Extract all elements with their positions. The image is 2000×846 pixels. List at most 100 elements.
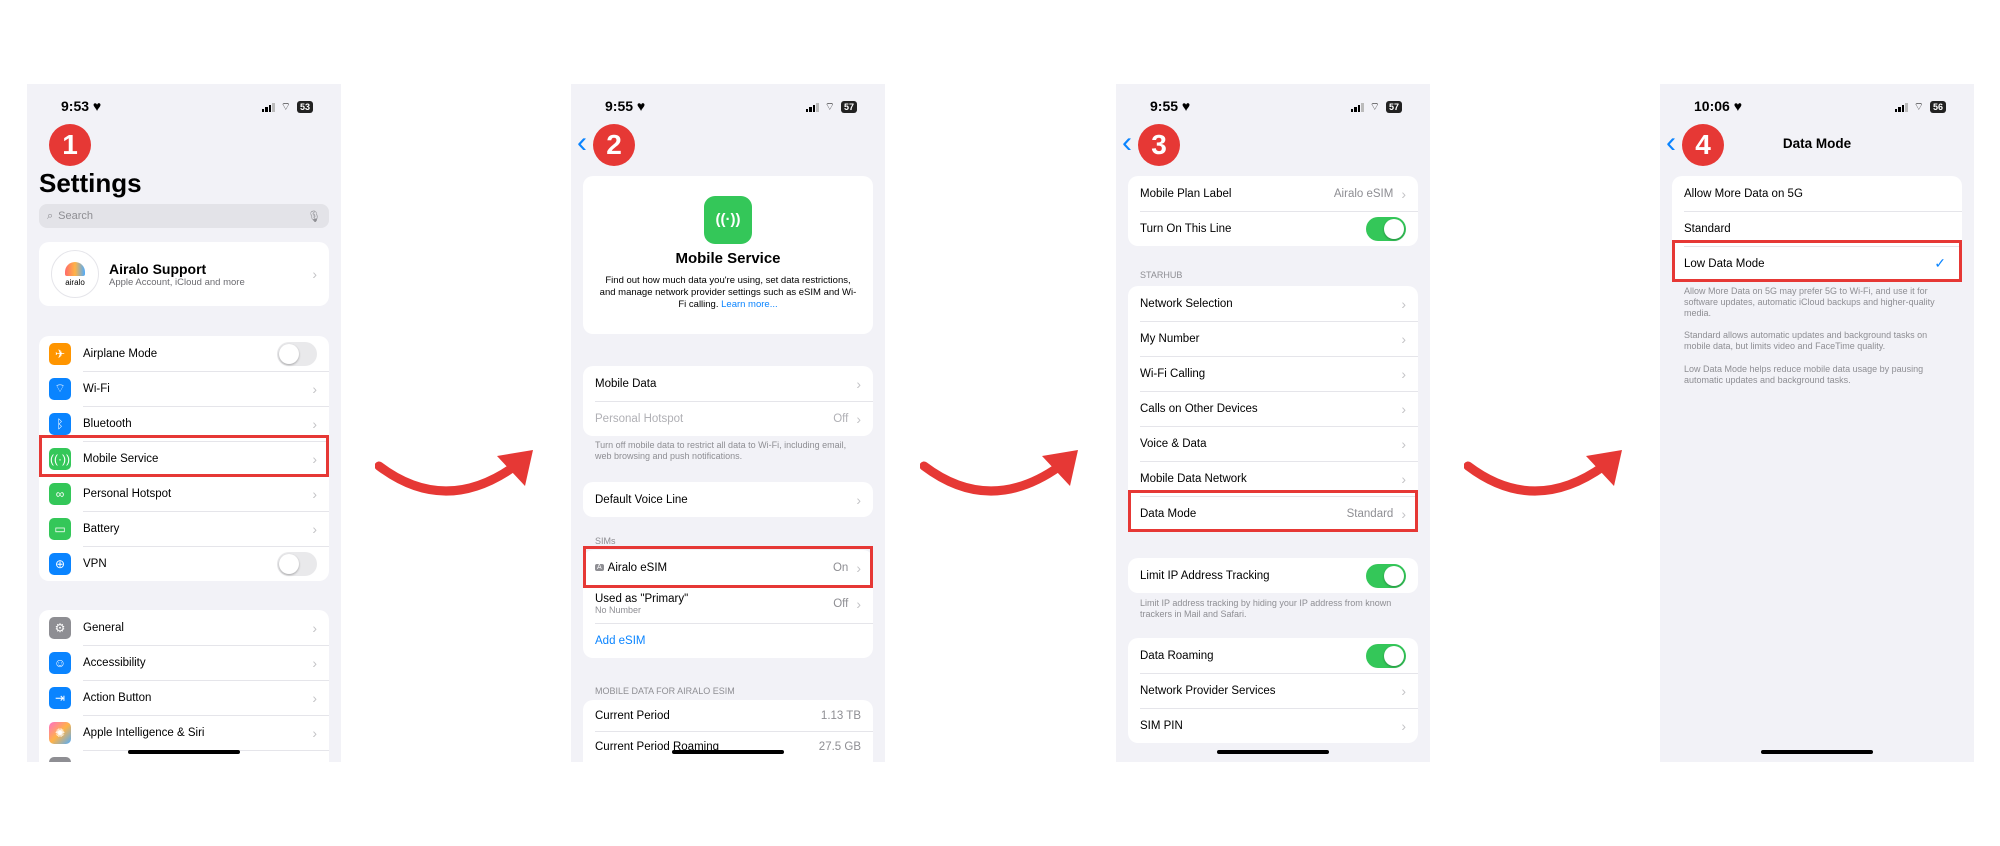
row-mobile-data[interactable]: Mobile Data › xyxy=(583,366,873,401)
row-data-roaming[interactable]: Data Roaming xyxy=(1128,638,1418,673)
globe-icon: ⊕ xyxy=(49,552,71,575)
chevron-right-icon: › xyxy=(312,724,317,741)
vpn-toggle[interactable] xyxy=(277,551,317,576)
option-allow-more-data-5g[interactable]: Allow More Data on 5G xyxy=(1672,176,1962,211)
limit-ip-toggle[interactable] xyxy=(1366,563,1406,588)
row-wifi-calling[interactable]: Wi-Fi Calling › xyxy=(1128,356,1418,391)
step-number-badge: 2 xyxy=(593,124,635,166)
learn-more-link[interactable]: Learn more... xyxy=(721,299,778,310)
chevron-right-icon: › xyxy=(1401,717,1406,734)
signal-icon xyxy=(805,102,819,112)
row-battery[interactable]: ▭ Battery › xyxy=(39,511,329,546)
bluetooth-icon: ᛒ xyxy=(49,412,71,435)
search-input[interactable]: ⌕ Search 🎙︎ xyxy=(39,204,329,228)
status-time: 9:55 ♥ xyxy=(605,98,646,114)
page-title: Settings xyxy=(39,168,142,198)
limit-ip-footnote: Limit IP address tracking by hiding your… xyxy=(1140,598,1392,619)
wifi-icon: ⌔ xyxy=(1913,101,1924,113)
footnote-allow-more-data: Allow More Data on 5G may prefer 5G to W… xyxy=(1684,286,1935,318)
signal-icon xyxy=(1894,102,1908,112)
microphone-icon[interactable]: 🎙︎ xyxy=(307,210,321,223)
chevron-right-icon: › xyxy=(856,410,861,427)
accessibility-icon: ☺ xyxy=(49,651,71,674)
chevron-right-icon: › xyxy=(312,689,317,706)
phone-screen-mobile-service: 9:55 ♥ ⌔ 57 ‹ 2 ((·)) Mobile Service Fin… xyxy=(571,84,885,762)
highlight-low-data-mode xyxy=(1672,240,1962,282)
row-general[interactable]: ⚙ General › xyxy=(39,610,329,645)
chevron-right-icon: › xyxy=(312,520,317,537)
account-name: Airalo Support xyxy=(109,260,207,277)
row-action-button[interactable]: ⇥ Action Button › xyxy=(39,680,329,715)
hotspot-icon: ∞ xyxy=(49,482,71,505)
row-wifi[interactable]: ⌔ Wi-Fi › xyxy=(39,371,329,406)
chevron-right-icon: › xyxy=(312,266,317,282)
row-network-selection[interactable]: Network Selection › xyxy=(1128,286,1418,321)
chevron-right-icon: › xyxy=(312,619,317,636)
default-voice-line-group: Default Voice Line › xyxy=(583,482,873,517)
footnote-low-data-mode: Low Data Mode helps reduce mobile data u… xyxy=(1684,364,1924,385)
add-esim-button[interactable]: Add eSIM xyxy=(583,623,873,658)
usage-section-header: MOBILE DATA FOR AIRALO ESIM xyxy=(595,686,735,696)
roaming-group: Data Roaming Network Provider Services ›… xyxy=(1128,638,1418,743)
highlight-mobile-service xyxy=(39,435,329,477)
status-bar: 10:06 ♥ ⌔ 56 xyxy=(1660,98,1974,118)
chevron-right-icon: › xyxy=(856,596,861,612)
wifi-icon: ⌔ xyxy=(280,101,291,113)
airplane-icon: ✈ xyxy=(49,342,71,365)
airplane-mode-toggle[interactable] xyxy=(277,341,317,366)
back-chevron-icon[interactable]: ‹ xyxy=(1122,128,1132,158)
phone-screen-settings: 9:53 ♥ ⌔ 53 1 Settings ⌕ Search 🎙︎ airal… xyxy=(27,84,341,762)
search-placeholder: Search xyxy=(58,210,94,222)
row-calls-other-devices[interactable]: Calls on Other Devices › xyxy=(1128,391,1418,426)
generic-settings-icon xyxy=(49,756,71,762)
row-airplane-mode[interactable]: ✈ Airplane Mode xyxy=(39,336,329,371)
status-bar: 9:55 ♥ ⌔ 57 xyxy=(571,98,885,118)
row-current-period-roaming: Current Period Roaming 27.5 GB xyxy=(583,731,873,762)
row-my-number[interactable]: My Number › xyxy=(1128,321,1418,356)
account-card[interactable]: airalo Airalo Support Apple Account, iCl… xyxy=(39,242,329,306)
next-step-arrow xyxy=(920,450,1078,496)
row-turn-on-line[interactable]: Turn On This Line xyxy=(1128,211,1418,246)
row-accessibility[interactable]: ☺ Accessibility › xyxy=(39,645,329,680)
row-personal-hotspot[interactable]: ∞ Personal Hotspot › xyxy=(39,476,329,511)
highlight-airalo-esim xyxy=(583,546,873,588)
wifi-icon: ⌔ xyxy=(49,377,71,400)
status-time: 9:53 ♥ xyxy=(61,98,102,114)
step-number-badge: 3 xyxy=(1138,124,1180,166)
back-chevron-icon[interactable]: ‹ xyxy=(577,128,587,158)
chevron-right-icon: › xyxy=(312,380,317,397)
home-indicator xyxy=(1761,750,1873,754)
row-apple-intelligence-siri[interactable]: ✺ Apple Intelligence & Siri › xyxy=(39,715,329,750)
antenna-icon: ((·)) xyxy=(704,196,752,244)
chevron-right-icon: › xyxy=(1401,185,1406,202)
phone-screen-esim-settings: 9:55 ♥ ⌔ 57 ‹ 3 Mobile Plan Label Airalo… xyxy=(1116,84,1430,762)
footnote-standard: Standard allows automatic updates and ba… xyxy=(1684,330,1928,351)
chevron-right-icon: › xyxy=(1401,470,1406,487)
chevron-right-icon: › xyxy=(856,491,861,508)
status-time: 10:06 ♥ xyxy=(1694,98,1743,114)
account-subtitle: Apple Account, iCloud and more xyxy=(109,276,245,288)
chevron-right-icon: › xyxy=(312,654,317,671)
starhub-section-header: STARHUB xyxy=(1140,270,1183,280)
data-roaming-toggle[interactable] xyxy=(1366,643,1406,668)
next-step-arrow xyxy=(1464,450,1622,496)
signal-icon xyxy=(261,102,275,112)
row-limit-ip-tracking[interactable]: Limit IP Address Tracking xyxy=(1128,558,1418,593)
row-mobile-plan-label[interactable]: Mobile Plan Label Airalo eSIM › xyxy=(1128,176,1418,211)
status-bar: 9:53 ♥ ⌔ 53 xyxy=(27,98,341,118)
battery-icon: 57 xyxy=(1385,101,1402,113)
row-voice-data[interactable]: Voice & Data › xyxy=(1128,426,1418,461)
row-sim-pin[interactable]: SIM PIN › xyxy=(1128,708,1418,743)
turn-on-line-toggle[interactable] xyxy=(1366,216,1406,241)
row-network-provider-services[interactable]: Network Provider Services › xyxy=(1128,673,1418,708)
settings-group-general: ⚙ General › ☺ Accessibility › ⇥ Action B… xyxy=(39,610,329,762)
row-used-as-primary[interactable]: Used as "Primary" No Number Off › xyxy=(583,585,873,623)
battery-icon: 56 xyxy=(1929,101,1946,113)
mobile-service-info-card: ((·)) Mobile Service Find out how much d… xyxy=(583,176,873,334)
home-indicator xyxy=(128,750,240,754)
row-default-voice-line[interactable]: Default Voice Line › xyxy=(583,482,873,517)
wifi-icon: ⌔ xyxy=(1369,101,1380,113)
chevron-right-icon: › xyxy=(856,375,861,392)
mobile-data-footnote: Turn off mobile data to restrict all dat… xyxy=(595,440,847,461)
row-vpn[interactable]: ⊕ VPN xyxy=(39,546,329,581)
